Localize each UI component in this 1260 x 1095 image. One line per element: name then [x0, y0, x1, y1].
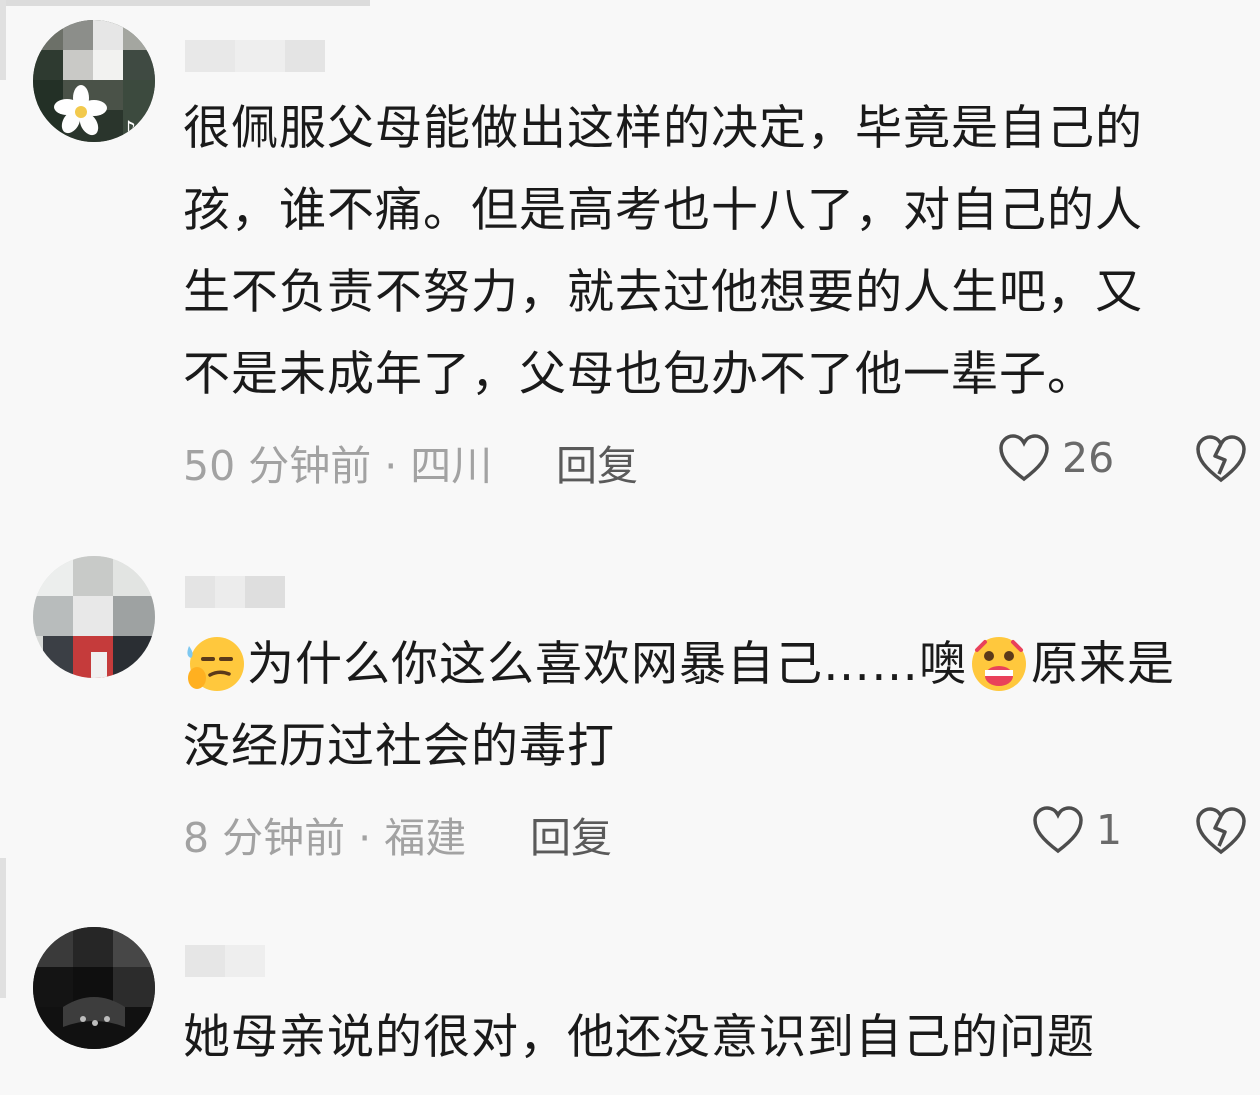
comment-text: 为什么你这么喜欢网暴自己……噢 原来是 没经历过社会的毒打 — [183, 624, 1223, 788]
comment-line: 生不负责不努力，就去过他想要的人生吧，又 — [183, 265, 1143, 320]
heart-outline-icon — [999, 434, 1049, 482]
comment-line: 为什么你这么喜欢网暴自己……噢 原来是 — [183, 624, 1223, 706]
username-blurred[interactable] — [185, 576, 285, 608]
comment-text: 她母亲说的很对，他还没意识到自己的问题 — [183, 997, 1223, 1079]
avatar[interactable] — [33, 556, 155, 678]
surprised-emoji — [972, 636, 1026, 691]
comment-item: 她母亲说的很对，他还没意识到自己的问题 — [0, 905, 1260, 1095]
comment-line: 没经历过社会的毒打 — [183, 719, 615, 774]
comment-line: 不是未成年了，父母也包办不了他一辈子。 — [183, 347, 1095, 402]
username-blurred[interactable] — [185, 945, 265, 977]
reply-button[interactable]: 回复 — [556, 432, 638, 492]
comment-text-part: 原来是 — [1031, 637, 1175, 692]
username-blurred[interactable] — [185, 40, 325, 72]
comment-text-part: 为什么你这么喜欢网暴自己……噢 — [247, 637, 967, 692]
comment-line: 很佩服父母能做出这样的决定，毕竟是自己的 — [183, 101, 1143, 156]
heart-outline-icon — [1033, 806, 1083, 854]
like-button[interactable]: 1 — [1032, 802, 1122, 858]
like-button[interactable]: 26 — [998, 430, 1114, 486]
comment-item: ♪ 很佩服父母能做出这样的决定，毕竟是自己的 孩，谁不痛。但是高考也十八了，对自… — [0, 0, 1260, 520]
comment-line: 孩，谁不痛。但是高考也十八了，对自己的人 — [183, 183, 1143, 238]
like-count: 26 — [1062, 434, 1115, 482]
avatar[interactable] — [33, 927, 155, 1049]
comment-item: 为什么你这么喜欢网暴自己……噢 原来是 没经历过社会的毒打 8 分钟前 · 福建… — [0, 540, 1260, 870]
reply-button[interactable]: 回复 — [530, 804, 612, 864]
comment-feed: ♪ 很佩服父母能做出这样的决定，毕竟是自己的 孩，谁不痛。但是高考也十八了，对自… — [0, 0, 1260, 1095]
comment-line: 她母亲说的很对，他还没意识到自己的问题 — [183, 1010, 1095, 1065]
comment-text: 很佩服父母能做出这样的决定，毕竟是自己的 孩，谁不痛。但是高考也十八了，对自己的… — [183, 88, 1223, 416]
broken-heart-icon[interactable] — [1195, 804, 1247, 856]
broken-heart-icon[interactable] — [1195, 432, 1247, 484]
comment-time-location: 8 分钟前 · 福建 — [183, 814, 467, 862]
smirk-emoji — [187, 636, 244, 691]
svg-text:♪: ♪ — [121, 116, 136, 142]
like-count: 1 — [1096, 806, 1123, 854]
avatar[interactable]: ♪ — [33, 20, 155, 142]
comment-time-location: 50 分钟前 · 四川 — [183, 442, 493, 490]
